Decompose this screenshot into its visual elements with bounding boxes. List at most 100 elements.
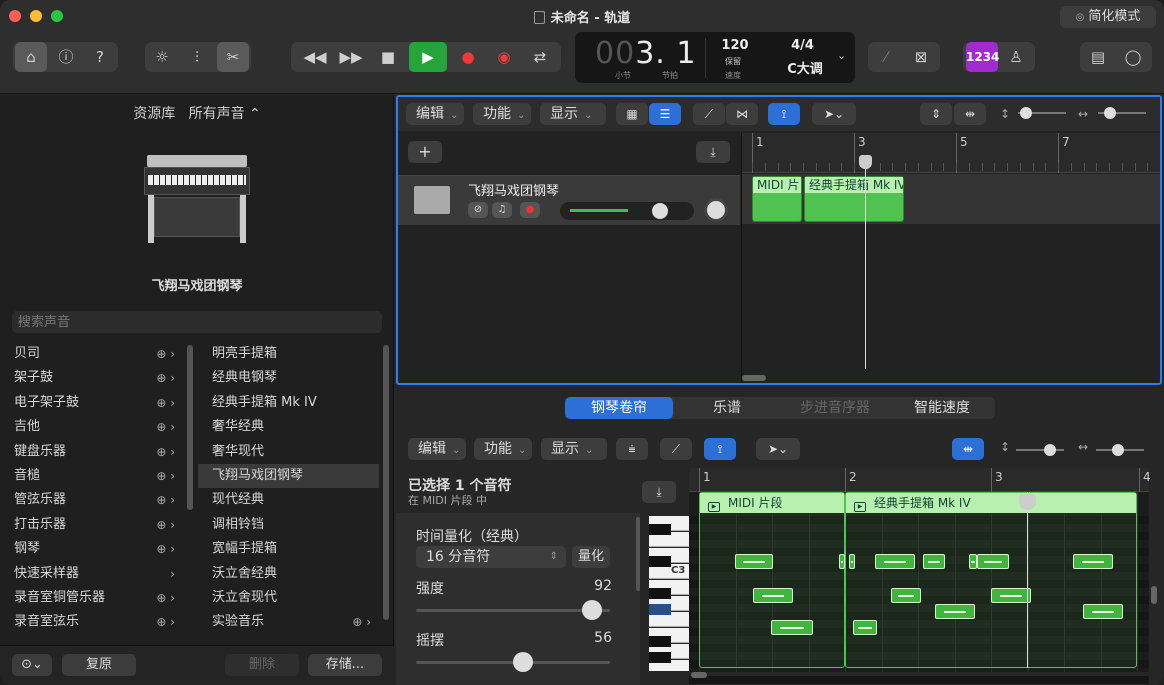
midi-note[interactable] (891, 588, 921, 603)
track-region[interactable]: MIDI 片 (752, 176, 802, 222)
lcd-menu-chevron-icon[interactable]: ⌄ (837, 49, 846, 62)
track-name[interactable]: 飞翔马戏团钢琴 (468, 180, 559, 199)
patch-item[interactable]: 经典电钢琴 (198, 366, 379, 390)
editor-tab[interactable]: 乐谱 (673, 397, 781, 419)
patch-item[interactable]: 奢华经典 (198, 415, 379, 439)
black-key[interactable] (649, 524, 671, 535)
midi-note[interactable] (969, 554, 977, 569)
editor-horizontal-zoom-slider[interactable] (1096, 444, 1144, 456)
category-item[interactable]: 键盘乐器 ⊕ › (0, 440, 185, 464)
notepad-icon[interactable]: ▤ (1083, 42, 1113, 72)
tracks-ruler[interactable]: 1 3 5 7 (742, 133, 1160, 173)
patch-item[interactable]: 飞翔马戏团钢琴 (198, 463, 379, 489)
key-signature[interactable]: C大调 (780, 58, 830, 77)
simple-mode-button[interactable]: ◎ 简化模式 (1060, 6, 1156, 28)
smart-controls-icon[interactable]: ☼ (147, 42, 177, 72)
black-key[interactable] (649, 588, 671, 599)
metronome-icon[interactable]: ♙ (1001, 42, 1031, 72)
flex-icon[interactable]: ⋈ (726, 103, 758, 125)
inspector-download-icon[interactable]: ⤓ (642, 481, 676, 503)
tuner-icon[interactable]: ⁄ (871, 42, 901, 72)
editor-zoom-fit-icon[interactable]: ⇹ (952, 438, 984, 460)
cycle-icon[interactable]: ⇄ (525, 42, 555, 72)
tracks-function-menu[interactable]: 功能 ⌄ (473, 103, 531, 125)
midi-note[interactable] (849, 554, 855, 569)
save-button[interactable]: 存储... (308, 654, 382, 676)
vertical-zoom-slider[interactable] (1018, 107, 1066, 119)
track-header[interactable]: 飞翔马戏团钢琴 ⊘ ♫ ● (398, 175, 740, 225)
category-item[interactable]: 快速采样器 › (0, 562, 185, 586)
collapse-icon[interactable]: ⩧ (616, 438, 648, 460)
black-key[interactable] (649, 652, 671, 663)
solo-mute-icon[interactable]: ⊠ (906, 42, 936, 72)
library-icon[interactable]: ⌂ (15, 42, 47, 72)
track-region[interactable]: 经典手提箱 Mk IV (804, 176, 904, 222)
editor-vertical-zoom-slider[interactable] (1016, 444, 1064, 456)
count-in-button[interactable]: 1234 (966, 42, 999, 72)
mixer-icon[interactable]: ⫶ (182, 42, 212, 72)
inspector-scrollbar[interactable] (636, 517, 640, 591)
track-record-enable-icon[interactable]: ● (520, 202, 540, 218)
editor-automation-icon[interactable]: ⟋ (660, 438, 692, 460)
list-view-icon[interactable]: ☰ (649, 103, 681, 125)
piano-roll-v-scrollbar[interactable] (1151, 586, 1157, 604)
midi-note[interactable] (753, 588, 793, 603)
swing-slider-knob[interactable] (512, 652, 533, 672)
patch-item[interactable]: 奢华现代 (198, 440, 379, 464)
patch-item[interactable]: 现代经典 (198, 488, 379, 512)
editor-edit-menu[interactable]: 编辑 ⌄ (408, 438, 466, 460)
category-item[interactable]: 录音室铜管乐器 ⊕ › (0, 586, 185, 610)
category-item[interactable]: 录音室弦乐 ⊕ › (0, 610, 185, 634)
fast-forward-icon[interactable]: ▶▶ (333, 42, 369, 72)
editor-playhead-line[interactable] (1027, 492, 1028, 668)
patch-scrollbar[interactable] (383, 345, 389, 620)
horizontal-zoom-fit-icon[interactable]: ⇹ (954, 103, 986, 125)
patch-item[interactable]: 调相铃铛 (198, 513, 379, 537)
category-item[interactable]: 吉他 ⊕ › (0, 415, 185, 439)
piano-roll-ruler[interactable]: 1 2 3 4 (689, 468, 1151, 492)
playhead-handle[interactable] (859, 155, 872, 169)
midi-note[interactable] (977, 554, 1009, 569)
midi-note[interactable] (1083, 604, 1123, 619)
velocity-slider[interactable] (416, 600, 610, 620)
loop-browser-icon[interactable]: ◯ (1118, 42, 1148, 72)
patch-item[interactable]: 宽幅手提箱 (198, 537, 379, 561)
track-download-icon[interactable]: ⤓ (696, 141, 730, 163)
play-icon[interactable]: ▶ (409, 42, 447, 72)
track-solo-headphones-icon[interactable]: ♫ (492, 202, 512, 218)
inspector-icon[interactable]: ⓘ (51, 42, 81, 72)
midi-note[interactable] (935, 604, 975, 619)
patch-item[interactable]: 沃立舍经典 (198, 562, 379, 586)
midi-note[interactable] (1073, 554, 1113, 569)
library-search-input[interactable] (12, 311, 382, 333)
add-track-button[interactable]: + (408, 141, 442, 163)
black-key[interactable] (649, 556, 671, 567)
category-item[interactable]: 电子架子鼓 ⊕ › (0, 391, 185, 415)
category-item[interactable]: 钢琴 ⊕ › (0, 537, 185, 561)
snap-icon[interactable]: ⟟ (768, 103, 800, 125)
category-item[interactable]: 管弦乐器 ⊕ › (0, 488, 185, 512)
editors-scissors-icon[interactable]: ✂ (217, 42, 249, 72)
midi-note[interactable] (923, 554, 945, 569)
midi-note[interactable] (853, 620, 877, 635)
midi-note[interactable] (735, 554, 773, 569)
automation-icon[interactable]: ⟋ (693, 103, 725, 125)
record-icon[interactable]: ● (453, 42, 483, 72)
editor-view-menu[interactable]: 显示 ⌄ (541, 438, 607, 460)
vertical-zoom-fit-icon[interactable]: ⇕ (920, 103, 952, 125)
tempo-value[interactable]: 120 (715, 38, 755, 53)
horizontal-zoom-slider[interactable] (1098, 107, 1146, 119)
tracks-view-menu[interactable]: 显示 ⌄ (540, 103, 606, 125)
quantize-button[interactable]: 量化 (572, 546, 610, 568)
editor-function-menu[interactable]: 功能 ⌄ (474, 438, 532, 460)
category-item[interactable]: 贝司 ⊕ › (0, 342, 185, 366)
midi-note[interactable] (839, 554, 845, 569)
editor-tab[interactable]: 智能速度 (889, 397, 995, 419)
lcd-display[interactable]: 003. 1 小节 节拍 120 保留 速度 4/4 C大调 ⌄ (575, 32, 855, 83)
piano-roll-h-scrollbar[interactable] (691, 672, 707, 678)
midi-note[interactable] (991, 588, 1031, 603)
patch-item[interactable]: 明亮手提箱 (198, 342, 379, 366)
library-options-button[interactable]: ⊙⌄ (12, 654, 52, 676)
patch-item[interactable]: 经典手提箱 Mk IV (198, 391, 379, 415)
editor-tab[interactable]: 步进音序器 (781, 397, 889, 419)
